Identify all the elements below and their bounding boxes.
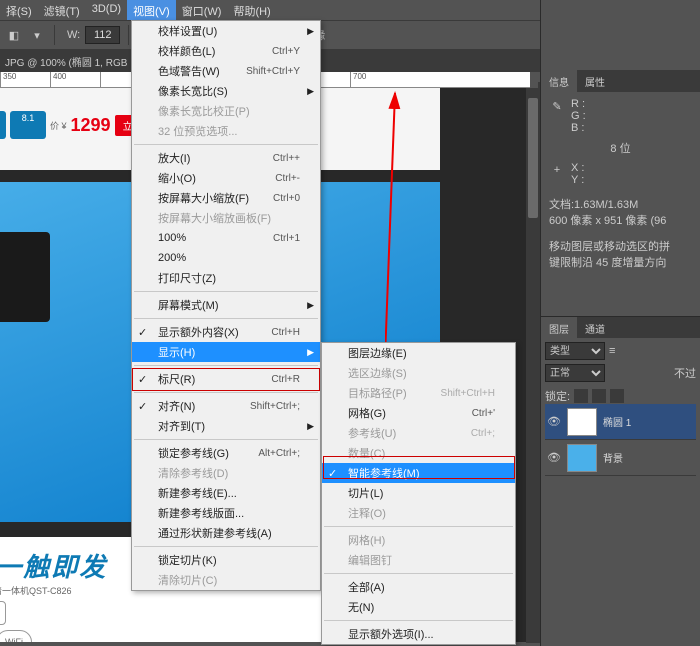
menu-item: 清除切片(C) [132, 570, 320, 590]
menu-item[interactable]: 通过形状新建参考线(A) [132, 523, 320, 543]
menu-item[interactable]: 打印尺寸(Z) [132, 268, 320, 288]
menu-item[interactable]: 200% [132, 248, 320, 268]
menu-1[interactable]: 滤镜(T) [38, 0, 86, 20]
visibility-icon[interactable]: 👁 [547, 415, 561, 428]
blend-mode-select[interactable]: 正常 [545, 364, 605, 382]
menu-item[interactable]: 100%Ctrl+1 [132, 228, 320, 248]
menu-item[interactable]: 缩小(O)Ctrl+- [132, 168, 320, 188]
menu-item: 32 位预览选项... [132, 121, 320, 141]
menu-item[interactable]: ✓智能参考线(M) [322, 463, 515, 483]
menu-item[interactable]: 锁定参考线(G)Alt+Ctrl+; [132, 443, 320, 463]
menu-item[interactable]: 屏幕模式(M)▶ [132, 295, 320, 315]
menu-item[interactable]: ✓标尺(R)Ctrl+R [132, 369, 320, 389]
menu-4[interactable]: 窗口(W) [176, 0, 228, 20]
width-input[interactable] [85, 26, 120, 44]
menu-item[interactable]: 切片(L) [322, 483, 515, 503]
menu-item[interactable]: 新建参考线版面... [132, 503, 320, 523]
menu-item[interactable]: 像素长宽比(S)▶ [132, 81, 320, 101]
menu-item: 编辑图钉 [322, 550, 515, 570]
menu-item: 数量(C) [322, 443, 515, 463]
menu-item: 参考线(U)Ctrl+; [322, 423, 515, 443]
layer-kind-select[interactable]: 类型 [545, 342, 605, 360]
menu-item: 像素长宽比校正(P) [132, 101, 320, 121]
menu-item: 清除参考线(D) [132, 463, 320, 483]
visibility-icon[interactable]: 👁 [547, 451, 561, 464]
menu-item[interactable]: 显示额外选项(I)... [322, 624, 515, 644]
tab-channels[interactable]: 通道 [577, 317, 613, 338]
eyedropper-icon: ✎ [549, 98, 565, 114]
menu-item[interactable]: 新建参考线(E)... [132, 483, 320, 503]
menu-item[interactable]: 网格(G)Ctrl+' [322, 403, 515, 423]
menu-item[interactable]: 对齐到(T)▶ [132, 416, 320, 436]
shape-icon[interactable]: ◧ [5, 26, 23, 44]
tab-layers[interactable]: 图层 [541, 317, 577, 338]
menu-0[interactable]: 择(S) [0, 0, 38, 20]
menu-item[interactable]: ✓显示额外内容(X)Ctrl+H [132, 322, 320, 342]
menu-item[interactable]: 显示(H)▶ [132, 342, 320, 362]
document-tab[interactable]: JPG @ 100% (椭圆 1, RGB [5, 54, 127, 69]
menu-item[interactable]: 无(N) [322, 597, 515, 617]
width-label: W: [67, 29, 80, 41]
show-submenu: 图层边缘(E)选区边缘(S)目标路径(P)Shift+Ctrl+H网格(G)Ct… [321, 342, 516, 645]
menu-item[interactable]: 图层边缘(E) [322, 343, 515, 363]
menu-item: 按屏幕大小缩放画板(F) [132, 208, 320, 228]
crosshair-icon: + [549, 162, 565, 178]
tab-properties[interactable]: 属性 [577, 70, 613, 92]
menu-item[interactable]: 校样设置(U)▶ [132, 21, 320, 41]
disclosure-icon[interactable]: ▾ [28, 26, 46, 44]
tab-info[interactable]: 信息 [541, 70, 577, 92]
menu-item[interactable]: 锁定切片(K) [132, 550, 320, 570]
scrollbar-vertical[interactable] [526, 88, 540, 643]
menu-item: 网格(H) [322, 530, 515, 550]
layer-row[interactable]: 👁背景 [545, 440, 696, 476]
menu-item: 选区边缘(S) [322, 363, 515, 383]
menu-item[interactable]: 校样颜色(L)Ctrl+Y [132, 41, 320, 61]
menu-item[interactable]: ✓对齐(N)Shift+Ctrl+; [132, 396, 320, 416]
menu-item: 注释(O) [322, 503, 515, 523]
menu-item[interactable]: 全部(A) [322, 577, 515, 597]
layer-row[interactable]: 👁椭圆 1 [545, 404, 696, 440]
menu-item[interactable]: 色域警告(W)Shift+Ctrl+Y [132, 61, 320, 81]
menu-item: 目标路径(P)Shift+Ctrl+H [322, 383, 515, 403]
menu-item[interactable]: 放大(I)Ctrl++ [132, 148, 320, 168]
menu-2[interactable]: 3D(D) [86, 0, 127, 20]
right-panel: 信息 属性 ✎R :G :B : 8 位 +X :Y : 文档:1.63M/1.… [540, 0, 700, 646]
menu-3[interactable]: 视图(V) [127, 0, 176, 20]
menu-item[interactable]: 按屏幕大小缩放(F)Ctrl+0 [132, 188, 320, 208]
view-menu: 校样设置(U)▶校样颜色(L)Ctrl+Y色域警告(W)Shift+Ctrl+Y… [131, 20, 321, 591]
menu-5[interactable]: 帮助(H) [227, 0, 276, 20]
